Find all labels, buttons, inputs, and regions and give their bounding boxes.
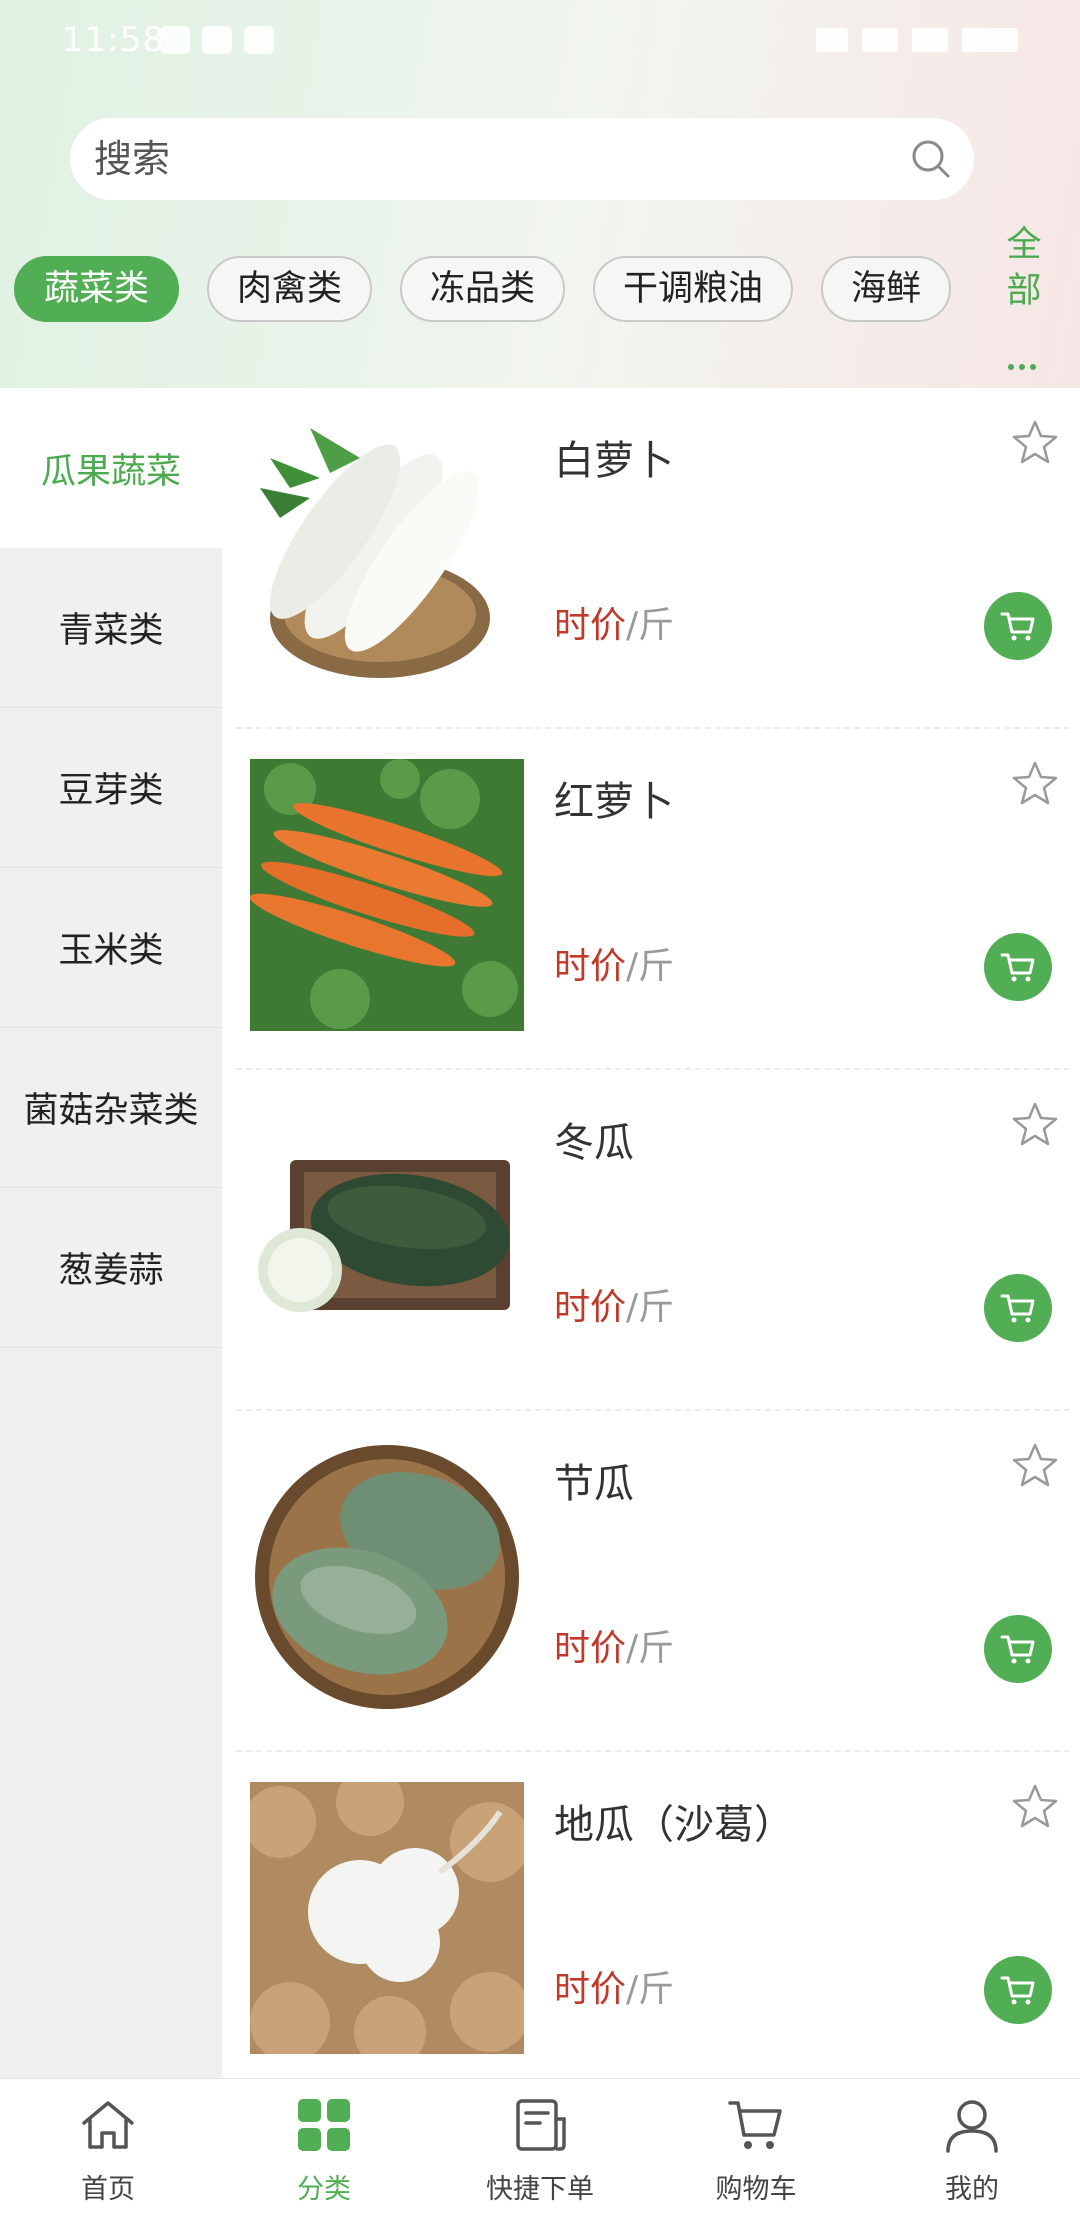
star-favorite-icon[interactable]: [1010, 759, 1060, 809]
status-system-icons: [816, 28, 1018, 52]
cart-icon: [1000, 1294, 1035, 1323]
star-favorite-icon[interactable]: [1010, 1100, 1060, 1150]
quick-order-icon: [516, 2099, 566, 2151]
price-unit: /斤: [626, 1628, 675, 1669]
all-categories-button[interactable]: 全 部: [996, 222, 1052, 314]
product-card[interactable]: 地瓜（沙葛） 时价/斤: [236, 1752, 1070, 2093]
nav-label: 我的: [945, 2174, 999, 2205]
add-to-cart-button[interactable]: [984, 1274, 1052, 1342]
product-name: 白萝卜: [554, 438, 674, 484]
home-icon: [82, 2101, 134, 2149]
category-tabs: 蔬菜类 肉禽类 冻品类 干调粮油 海鲜: [14, 256, 984, 324]
eye-icon: [160, 26, 190, 54]
category-tab-frozen[interactable]: 冻品类: [400, 256, 566, 322]
product-card[interactable]: 冬瓜 时价/斤: [236, 1070, 1070, 1411]
add-to-cart-button[interactable]: [984, 933, 1052, 1001]
product-name: 红萝卜: [554, 779, 674, 825]
product-price: 时价/斤: [554, 1960, 674, 2012]
nav-cart[interactable]: 购物车: [648, 2079, 864, 2214]
sidebar-item-greens[interactable]: 青菜类: [0, 548, 222, 708]
nav-label: 分类: [297, 2174, 351, 2205]
signal-icon: [862, 28, 898, 52]
star-favorite-icon[interactable]: [1010, 1782, 1060, 1832]
price-unit: /斤: [626, 1969, 675, 2010]
price-unit: /斤: [626, 605, 675, 646]
sidebar-item-onion-ginger-garlic[interactable]: 葱姜蒜: [0, 1188, 222, 1348]
price-label: 时价: [554, 1969, 627, 2010]
product-image[interactable]: [250, 1100, 524, 1372]
subcategory-sidebar: 瓜果蔬菜 青菜类 豆芽类 玉米类 菌菇杂菜类 葱姜蒜: [0, 388, 222, 2078]
category-tab-dry-goods[interactable]: 干调粮油: [593, 256, 794, 322]
product-name: 冬瓜: [554, 1120, 634, 1166]
cart-icon: [1000, 953, 1035, 982]
search-icon[interactable]: [910, 138, 952, 180]
nav-label: 购物车: [715, 2174, 797, 2205]
product-image[interactable]: [250, 418, 524, 690]
cart-icon: [1000, 612, 1035, 641]
add-to-cart-button[interactable]: [984, 592, 1052, 660]
product-price: 时价/斤: [554, 937, 674, 989]
product-card[interactable]: 节瓜 时价/斤: [236, 1411, 1070, 1752]
cart-icon: [728, 2101, 782, 2149]
status-time: 11:58: [62, 20, 165, 60]
nav-home[interactable]: 首页: [0, 2079, 216, 2214]
product-image[interactable]: [250, 1441, 524, 1713]
nfc-icon: [202, 26, 232, 54]
product-name: 地瓜（沙葛）: [554, 1802, 794, 1848]
sidebar-item-corn[interactable]: 玉米类: [0, 868, 222, 1028]
product-card[interactable]: 白萝卜 时价/斤: [236, 388, 1070, 729]
category-tab-meat[interactable]: 肉禽类: [207, 256, 373, 322]
category-tab-vegetables[interactable]: 蔬菜类: [14, 256, 180, 322]
search-bar[interactable]: [70, 118, 974, 200]
cart-icon: [1000, 1976, 1035, 2005]
more-dots-icon[interactable]: [1008, 364, 1036, 370]
product-price: 时价/斤: [554, 1619, 674, 1671]
nav-category[interactable]: 分类: [216, 2079, 432, 2214]
product-list: 白萝卜 时价/斤 红萝卜 时价/斤 冬瓜 时价/斤 节瓜 时价/斤 地瓜（沙葛）…: [236, 388, 1070, 2093]
all-categories-label-1: 全: [1006, 225, 1042, 265]
wifi-icon: [816, 28, 848, 52]
bottom-navigation: 首页 分类 快捷下单 购物车 我的: [0, 2078, 1080, 2214]
status-bar: 11:58: [0, 0, 1080, 90]
user-icon: [946, 2100, 998, 2153]
battery-icon: [962, 28, 1018, 52]
category-grid-icon: [298, 2099, 350, 2151]
nav-profile[interactable]: 我的: [864, 2079, 1080, 2214]
product-card[interactable]: 红萝卜 时价/斤: [236, 729, 1070, 1070]
price-unit: /斤: [626, 946, 675, 987]
alarm-icon: [244, 26, 274, 54]
status-notification-icons: [160, 26, 274, 54]
product-price: 时价/斤: [554, 1278, 674, 1330]
add-to-cart-button[interactable]: [984, 1956, 1052, 2024]
product-price: 时价/斤: [554, 596, 674, 648]
search-input[interactable]: [94, 128, 874, 190]
product-image[interactable]: [250, 759, 524, 1031]
nav-label: 快捷下单: [486, 2174, 594, 2205]
add-to-cart-button[interactable]: [984, 1615, 1052, 1683]
sidebar-item-mushrooms[interactable]: 菌菇杂菜类: [0, 1028, 222, 1188]
star-favorite-icon[interactable]: [1010, 418, 1060, 468]
cart-icon: [1000, 1635, 1035, 1664]
category-tab-seafood[interactable]: 海鲜: [821, 256, 952, 322]
price-label: 时价: [554, 1628, 627, 1669]
sidebar-item-bean-sprouts[interactable]: 豆芽类: [0, 708, 222, 868]
signal-icon: [912, 28, 948, 52]
sidebar-item-fruit-vegetables[interactable]: 瓜果蔬菜: [0, 388, 222, 548]
star-favorite-icon[interactable]: [1010, 1441, 1060, 1491]
all-categories-label-2: 部: [1006, 271, 1042, 311]
price-label: 时价: [554, 605, 627, 646]
price-unit: /斤: [626, 1287, 675, 1328]
product-name: 节瓜: [554, 1461, 634, 1507]
price-label: 时价: [554, 1287, 627, 1328]
price-label: 时价: [554, 946, 627, 987]
product-image[interactable]: [250, 1782, 524, 2054]
nav-quick-order[interactable]: 快捷下单: [432, 2079, 648, 2214]
nav-label: 首页: [81, 2174, 135, 2205]
